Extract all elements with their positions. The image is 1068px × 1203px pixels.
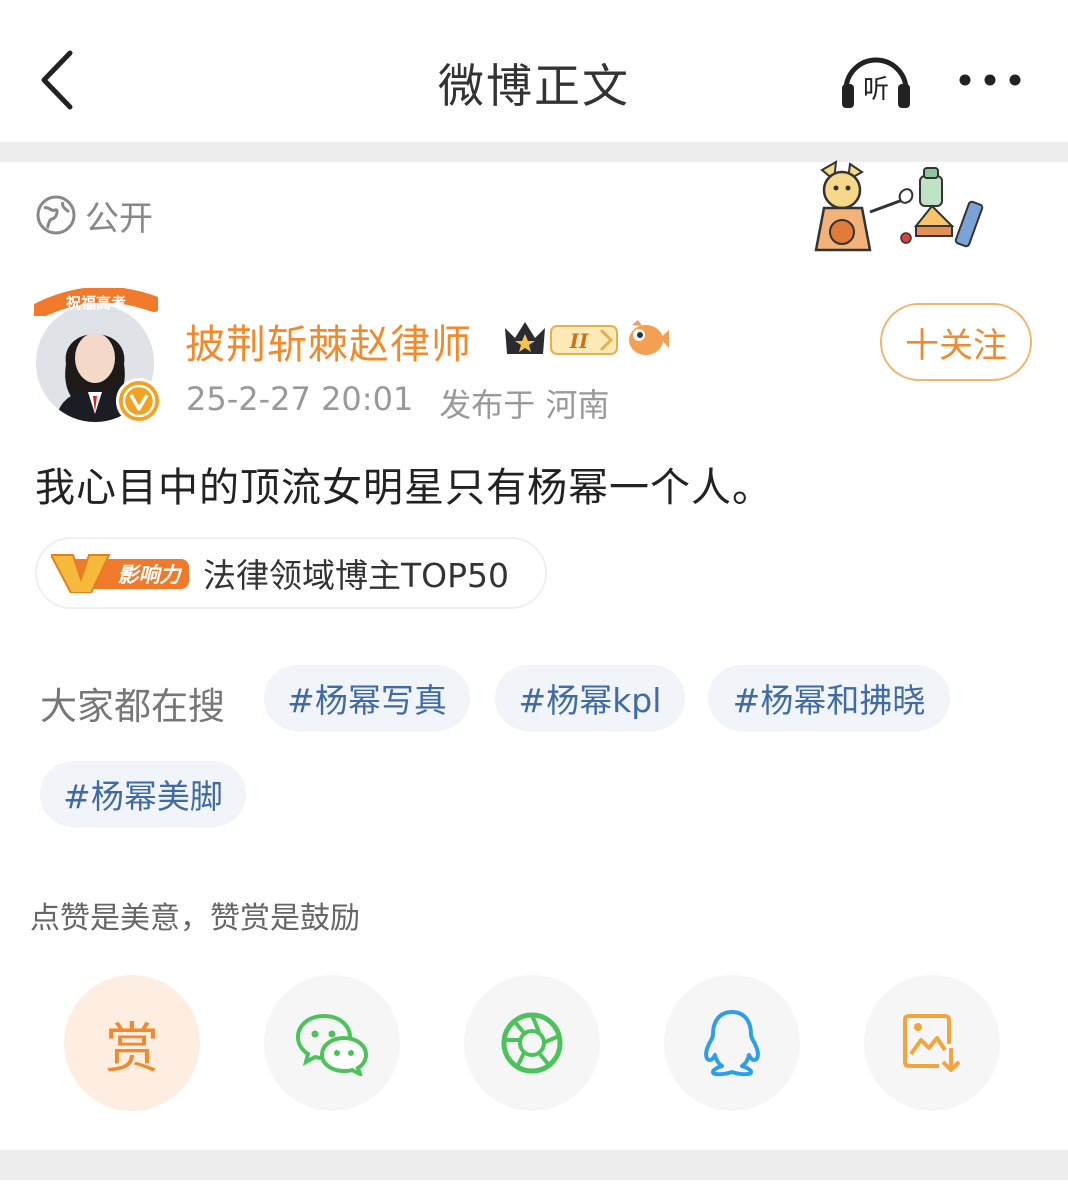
- trending-chip[interactable]: #杨幂和拂晓: [708, 665, 950, 731]
- reward-hint: 点赞是美意，赞赏是鼓励: [30, 901, 360, 936]
- influence-badge[interactable]: 影响力 法律领域博主TOP50: [35, 537, 547, 609]
- banner-badge: 祝福高考: [34, 288, 158, 316]
- reward-label: 赏: [105, 1016, 159, 1080]
- more-options-button[interactable]: [955, 60, 1025, 100]
- more-icon: [959, 74, 1021, 86]
- author-name[interactable]: 披荆斩棘赵律师: [185, 312, 472, 370]
- listen-label: 听: [863, 75, 889, 105]
- verified-badge-icon: [116, 378, 162, 424]
- author-avatar[interactable]: 祝福高考: [30, 288, 162, 424]
- trending-chip[interactable]: #杨幂kpl: [495, 665, 685, 731]
- wechat-icon: [295, 1013, 369, 1076]
- globe-icon: [36, 195, 76, 235]
- bottom-divider: [0, 1150, 1068, 1180]
- qq-icon: [704, 1010, 760, 1077]
- divider: [0, 142, 1068, 162]
- follow-button[interactable]: 十关注: [880, 303, 1032, 381]
- visibility-label: 公开: [85, 198, 153, 239]
- trending-label: 大家都在搜: [40, 685, 225, 728]
- trending-chip[interactable]: #杨幂美脚: [40, 761, 246, 827]
- headphones-icon: 听: [842, 57, 910, 108]
- fish-badge-icon[interactable]: [626, 318, 670, 358]
- moments-icon: [501, 1012, 563, 1074]
- influence-badge-text: 影响力: [118, 563, 183, 587]
- share-wechat-button[interactable]: [264, 975, 400, 1111]
- post-time: 25-2-27 20:01: [186, 380, 414, 418]
- trending-chip[interactable]: #杨幂写真: [264, 665, 470, 731]
- member-crown-icon[interactable]: II: [503, 318, 621, 360]
- save-image-button[interactable]: [864, 975, 1000, 1111]
- share-moments-button[interactable]: [464, 975, 600, 1111]
- listen-button[interactable]: 听: [838, 50, 914, 110]
- share-qq-button[interactable]: [664, 975, 800, 1111]
- reward-button[interactable]: 赏: [64, 975, 200, 1111]
- influence-label: 法律领域博主TOP50: [203, 556, 510, 595]
- post-location: 发布于 河南: [439, 386, 610, 424]
- mascot-illustration: [814, 160, 984, 252]
- post-meta: 25-2-27 20:01 发布于 河南: [186, 380, 609, 426]
- influence-v-icon: 影响力: [51, 554, 189, 593]
- follow-label: 十关注: [905, 325, 1007, 366]
- visibility-row: 公开: [35, 192, 153, 239]
- save-image-icon: [903, 1014, 961, 1072]
- member-level: II: [569, 329, 589, 353]
- post-content: 我心目中的顶流女明星只有杨幂一个人。: [35, 465, 773, 511]
- banner-text: 祝福高考: [66, 294, 126, 312]
